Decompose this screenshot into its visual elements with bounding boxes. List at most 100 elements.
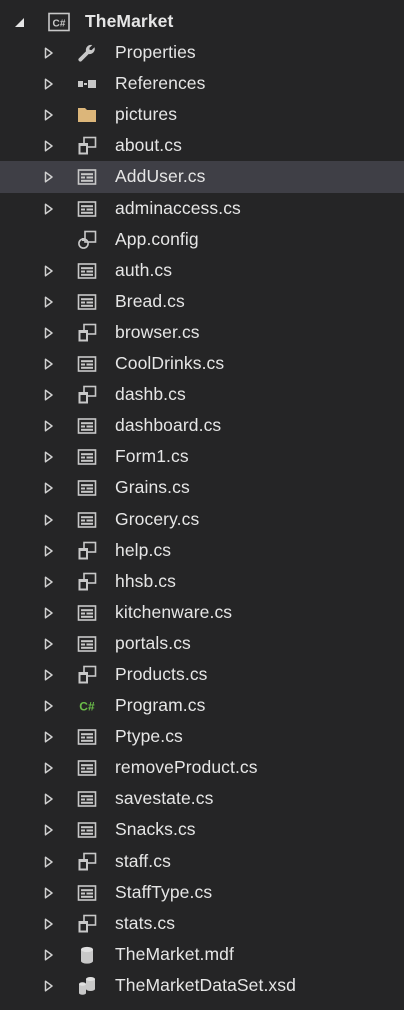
project-node-themarket[interactable]: C# TheMarket (0, 6, 404, 37)
usercontrol-icon (77, 789, 97, 809)
tree-item-hhsb-cs[interactable]: hhsb.cs (0, 566, 404, 597)
tree-item-label: kitchenware.cs (115, 601, 233, 622)
tree-item-label: References (115, 73, 206, 94)
expand-arrow-icon[interactable] (44, 317, 58, 348)
expand-arrow-icon[interactable] (44, 504, 58, 535)
tree-item-portals-cs[interactable]: portals.cs (0, 628, 404, 659)
tree-item-properties[interactable]: Properties (0, 37, 404, 68)
tree-item-themarketdataset-xsd[interactable]: TheMarketDataSet.xsd (0, 970, 404, 1001)
tree-item-pictures[interactable]: pictures (0, 99, 404, 130)
tree-item-stafftype-cs[interactable]: StaffType.cs (0, 877, 404, 908)
tree-item-adminaccess-cs[interactable]: adminaccess.cs (0, 193, 404, 224)
tree-item-grocery-cs[interactable]: Grocery.cs (0, 504, 404, 535)
tree-item-label: pictures (115, 104, 178, 125)
tree-item-dashb-cs[interactable]: dashb.cs (0, 379, 404, 410)
tree-item-label: Grocery.cs (115, 508, 200, 529)
expand-arrow-icon[interactable] (44, 255, 58, 286)
tree-item-label: Products.cs (115, 663, 208, 684)
expand-arrow-icon[interactable] (44, 783, 58, 814)
project-name: TheMarket (85, 11, 174, 31)
expand-arrow-icon[interactable] (44, 846, 58, 877)
expand-arrow-icon[interactable] (44, 348, 58, 379)
tree-item-themarket-mdf[interactable]: TheMarket.mdf (0, 939, 404, 970)
tree-item-label: Grains.cs (115, 477, 190, 498)
usercontrol-icon (77, 167, 97, 187)
tree-item-label: Form1.cs (115, 446, 189, 467)
expand-arrow-icon[interactable] (44, 193, 58, 224)
usercontrol-icon (77, 261, 97, 281)
tree-item-label: Program.cs (115, 695, 206, 716)
tree-item-staff-cs[interactable]: staff.cs (0, 846, 404, 877)
form-icon (77, 385, 97, 405)
expand-arrow-icon[interactable] (44, 410, 58, 441)
expand-arrow-icon[interactable] (44, 908, 58, 939)
expand-arrow-icon[interactable] (44, 690, 58, 721)
expand-arrow-icon[interactable] (44, 597, 58, 628)
expand-arrow-icon[interactable] (44, 814, 58, 845)
expand-arrow-icon[interactable] (44, 628, 58, 659)
tree-item-program-cs[interactable]: C# Program.cs (0, 690, 404, 721)
usercontrol-icon (77, 447, 97, 467)
usercontrol-icon (77, 727, 97, 747)
tree-item-stats-cs[interactable]: stats.cs (0, 908, 404, 939)
tree-item-label: staff.cs (115, 850, 171, 871)
expand-arrow-icon[interactable] (44, 472, 58, 503)
tree-item-help-cs[interactable]: help.cs (0, 535, 404, 566)
form-icon (77, 323, 97, 343)
expand-arrow-icon[interactable] (44, 752, 58, 783)
expand-arrow-icon[interactable] (44, 37, 58, 68)
tree-item-label: StaffType.cs (115, 881, 213, 902)
tree-item-removeproduct-cs[interactable]: removeProduct.cs (0, 752, 404, 783)
tree-item-ptype-cs[interactable]: Ptype.cs (0, 721, 404, 752)
tree-item-adduser-cs[interactable]: AddUser.cs (0, 161, 404, 193)
tree-item-cooldrinks-cs[interactable]: CoolDrinks.cs (0, 348, 404, 379)
tree-item-label: hhsb.cs (115, 570, 177, 591)
expand-arrow-icon[interactable] (44, 161, 58, 192)
tree-item-label: Properties (115, 42, 196, 63)
expand-arrow-icon[interactable] (44, 130, 58, 161)
tree-item-label: about.cs (115, 135, 182, 156)
expand-arrow-icon[interactable] (44, 970, 58, 1001)
usercontrol-icon (77, 478, 97, 498)
tree-item-label: portals.cs (115, 632, 191, 653)
form-icon (77, 572, 97, 592)
tree-item-kitchenware-cs[interactable]: kitchenware.cs (0, 597, 404, 628)
tree-item-dashboard-cs[interactable]: dashboard.cs (0, 410, 404, 441)
form-icon (77, 665, 97, 685)
tree-item-products-cs[interactable]: Products.cs (0, 659, 404, 690)
expand-arrow-icon[interactable] (44, 659, 58, 690)
expand-arrow-icon[interactable] (44, 68, 58, 99)
expand-arrow-icon[interactable] (44, 721, 58, 752)
tree-item-references[interactable]: References (0, 68, 404, 99)
tree-item-auth-cs[interactable]: auth.cs (0, 255, 404, 286)
expand-arrow-icon[interactable] (44, 441, 58, 472)
tree-item-browser-cs[interactable]: browser.cs (0, 317, 404, 348)
expand-arrow-icon[interactable] (44, 99, 58, 130)
usercontrol-icon (77, 758, 97, 778)
tree-item-bread-cs[interactable]: Bread.cs (0, 286, 404, 317)
svg-text:C#: C# (53, 19, 66, 30)
tree-item-snacks-cs[interactable]: Snacks.cs (0, 814, 404, 845)
tree-item-form1-cs[interactable]: Form1.cs (0, 441, 404, 472)
expand-arrow-icon[interactable] (44, 286, 58, 317)
usercontrol-icon (77, 354, 97, 374)
expand-arrow-icon[interactable] (44, 379, 58, 410)
tree-item-grains-cs[interactable]: Grains.cs (0, 472, 404, 503)
tree-item-label: TheMarket.mdf (115, 943, 234, 964)
config-icon (77, 230, 97, 250)
expand-arrow-icon[interactable] (44, 566, 58, 597)
tree-item-label: savestate.cs (115, 788, 214, 809)
expand-arrow-icon[interactable] (44, 535, 58, 566)
collapse-arrow-icon[interactable] (14, 6, 28, 37)
tree-item-label: AddUser.cs (115, 166, 206, 187)
tree-item-app-config[interactable]: App.config (0, 224, 404, 255)
usercontrol-icon (77, 199, 97, 219)
form-icon (77, 914, 97, 934)
expand-arrow-icon[interactable] (44, 877, 58, 908)
svg-text:C#: C# (79, 700, 95, 714)
tree-item-about-cs[interactable]: about.cs (0, 130, 404, 161)
expand-arrow-icon[interactable] (44, 939, 58, 970)
usercontrol-icon (77, 292, 97, 312)
tree-item-savestate-cs[interactable]: savestate.cs (0, 783, 404, 814)
tree-item-label: browser.cs (115, 321, 200, 342)
